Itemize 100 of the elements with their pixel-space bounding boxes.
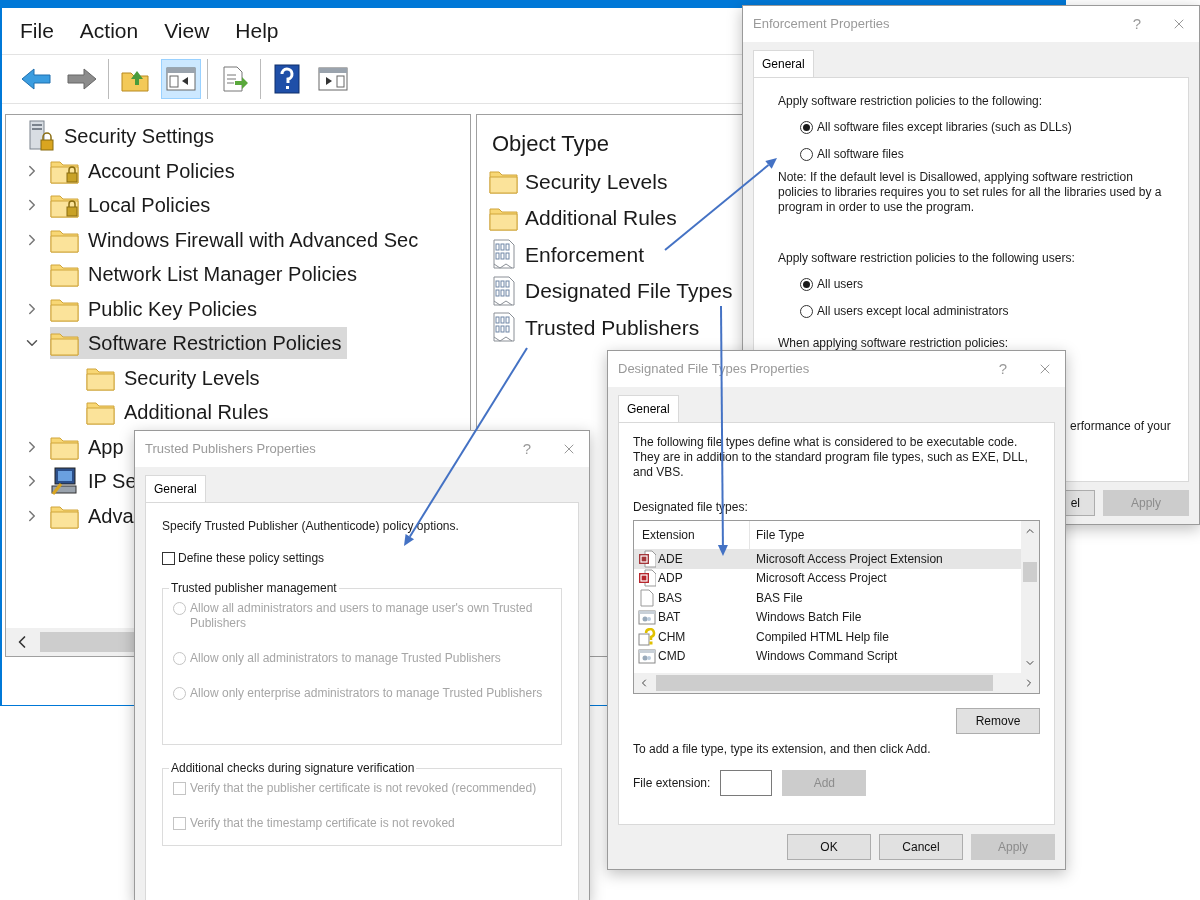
instruction-text: To add a file type, type its extension, and then click Add. xyxy=(633,741,932,758)
list-row[interactable]: BAS BAS File xyxy=(634,588,1021,608)
computer-icon xyxy=(50,466,80,497)
menu-item[interactable]: Help xyxy=(235,15,279,47)
tree-item[interactable]: Local Policies xyxy=(88,190,211,221)
list-row[interactable]: CMD Windows Command Script xyxy=(634,646,1021,666)
access-file-icon xyxy=(638,569,656,588)
tree-item[interactable]: Public Key Policies xyxy=(88,293,257,324)
checkbox-label: Verify that the timestamp certificate is not revoked xyxy=(190,816,455,831)
table-cell-text: Microsoft Access Project xyxy=(755,570,887,588)
table-cell-text: Windows Batch File xyxy=(755,609,862,627)
radio-button[interactable] xyxy=(800,120,813,134)
back-arrow-icon xyxy=(20,67,52,91)
radio-label[interactable]: All software files xyxy=(817,145,904,163)
list-item[interactable]: Designated File Types xyxy=(525,275,733,307)
folder-icon xyxy=(50,330,80,357)
menu-item[interactable]: View xyxy=(164,15,210,47)
table-cell-text: BAS File xyxy=(755,589,803,607)
tab[interactable]: General xyxy=(753,50,814,77)
checkbox[interactable] xyxy=(162,551,175,565)
dialog-button[interactable]: Remove xyxy=(956,708,1040,734)
table-cell-text: CHM xyxy=(658,628,686,646)
table-cell-text: Windows Command Script xyxy=(755,648,898,666)
scrollbar-thumb[interactable] xyxy=(1023,562,1037,582)
policy-document-icon xyxy=(491,239,517,270)
checkbox-label: Verify that the publisher certificate is not revoked (recommended) xyxy=(190,781,537,796)
script-file-icon xyxy=(638,608,656,627)
menu-item[interactable]: File xyxy=(20,15,54,47)
dialog-title: Enforcement Properties xyxy=(753,15,890,34)
list-row[interactable]: CHM Compiled HTML Help file xyxy=(634,627,1021,647)
tree-item[interactable]: Network List Manager Policies xyxy=(88,259,357,290)
tab[interactable]: General xyxy=(618,395,679,422)
checkbox-label[interactable]: Define these policy settings xyxy=(178,549,325,567)
dialog-button: Add xyxy=(782,770,867,796)
locked-folder-icon xyxy=(50,192,80,219)
column-header: Object Type xyxy=(491,130,609,158)
folder-icon xyxy=(86,399,116,426)
tree-item[interactable]: Security Levels xyxy=(124,362,260,393)
radio-button[interactable] xyxy=(800,147,813,161)
description-text: Specify Trusted Publisher (Authenticode) policy options. xyxy=(162,518,460,535)
radio-label: Allow only all administrators to manage Trusted Publishers xyxy=(190,651,501,666)
table-cell-text: Compiled HTML Help file xyxy=(755,628,889,646)
table-cell-text: BAS xyxy=(658,589,682,607)
column-header[interactable]: File Type xyxy=(750,526,805,544)
table-cell-text: BAT xyxy=(658,609,681,627)
dialog-button[interactable]: Cancel xyxy=(879,834,963,860)
list-item[interactable]: Additional Rules xyxy=(525,202,677,234)
script-file-icon xyxy=(638,647,656,666)
tree-item[interactable]: App xyxy=(88,431,124,462)
radio-button[interactable] xyxy=(800,277,813,291)
group-title: Additional checks during signature verification xyxy=(170,760,416,777)
menu-item[interactable]: Action xyxy=(79,15,139,47)
tab[interactable]: General xyxy=(145,475,206,502)
list-row[interactable]: ADP Microsoft Access Project xyxy=(634,568,1021,588)
extension-field[interactable] xyxy=(720,770,773,796)
help-file-icon xyxy=(638,627,656,646)
table-cell-text: ADP xyxy=(658,570,683,588)
table-cell-text: CMD xyxy=(658,648,686,666)
partial-text: erformance of your xyxy=(1070,418,1171,434)
radio-button[interactable] xyxy=(800,304,813,318)
access-file-icon xyxy=(638,549,656,568)
note-text: Note: If the default level is Disallowed, applying software restriction policies to libraries requires you to set rules for all the libraries used by a program in order to use the program. xyxy=(778,170,1163,215)
pane-toggle-icon xyxy=(166,66,196,92)
group-title: Trusted publisher management xyxy=(170,580,338,597)
action-pane-icon xyxy=(318,66,348,92)
radio-label: Allow only enterprise administrators to manage Trusted Publishers xyxy=(190,686,543,701)
policy-document-icon xyxy=(491,275,517,306)
section-label: When applying software restriction policies: xyxy=(778,335,1010,352)
tree-item[interactable]: Additional Rules xyxy=(124,397,269,428)
tree-item[interactable]: Windows Firewall with Advanced Sec xyxy=(88,224,419,255)
help-icon xyxy=(274,64,300,94)
tree-item[interactable]: Account Policies xyxy=(88,155,235,186)
server-lock-icon xyxy=(27,120,55,153)
forward-arrow-icon xyxy=(66,67,98,91)
table-cell-text: ADE xyxy=(658,550,683,568)
folder-icon xyxy=(489,168,519,195)
tree-item[interactable]: Security Settings xyxy=(64,121,215,152)
list-item[interactable]: Enforcement xyxy=(525,238,645,270)
radio-label[interactable]: All users except local administrators xyxy=(817,302,1009,320)
field-label: File extension: xyxy=(633,775,711,792)
radio-label[interactable]: All software files except libraries (such as DLLs) xyxy=(817,118,1072,136)
list-row[interactable]: BAT Windows Batch File xyxy=(634,607,1021,627)
section-label: Apply software restriction policies to the following users: xyxy=(778,250,1076,267)
dialog-button: Apply xyxy=(1103,490,1189,516)
dialog-button[interactable]: OK xyxy=(787,834,871,860)
section-label: Apply software restriction policies to the following: xyxy=(778,93,1044,110)
tree-item[interactable]: Adva xyxy=(88,500,134,531)
dialog-button: Apply xyxy=(971,834,1055,860)
radio-label: Allow all administrators and users to manage user's own Trusted Publishers xyxy=(190,601,534,631)
scrollbar-thumb[interactable] xyxy=(656,675,993,691)
dialog-title: Trusted Publishers Properties xyxy=(145,440,316,459)
list-row[interactable]: ADE Microsoft Access Project Extension xyxy=(634,549,1021,569)
blank-file-icon xyxy=(638,588,656,607)
folder-icon xyxy=(50,261,80,288)
table-cell-text: Microsoft Access Project Extension xyxy=(755,550,943,568)
list-item[interactable]: Security Levels xyxy=(525,165,668,197)
radio-label[interactable]: All users xyxy=(817,275,863,293)
policy-document-icon xyxy=(491,312,517,343)
export-list-icon xyxy=(220,65,248,93)
list-item[interactable]: Trusted Publishers xyxy=(525,311,700,343)
